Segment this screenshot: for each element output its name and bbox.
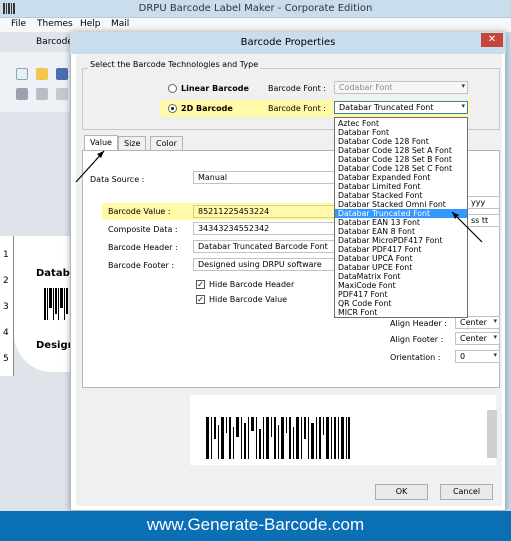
ruler-number: 4	[3, 328, 9, 338]
barcode-value-input[interactable]: 85211225453224	[193, 205, 338, 218]
composite-data-input[interactable]: 34343234552342	[193, 222, 338, 235]
vertical-ruler: 1 2 3 4 5	[0, 236, 14, 376]
new-icon[interactable]	[16, 68, 28, 80]
barcode-value-label: Barcode Value :	[108, 207, 171, 216]
barcode-header-label: Barcode Header :	[108, 243, 178, 252]
orientation-label: Orientation :	[390, 353, 441, 362]
align-footer-value: Center	[460, 334, 487, 343]
barcode-footer-text: Designed using DRPU software	[198, 260, 322, 269]
paste-icon[interactable]	[36, 88, 48, 100]
barcode-header-input[interactable]: Databar Truncated Barcode Font	[193, 240, 338, 253]
font-list-item[interactable]: Databar Stacked Font	[335, 191, 467, 200]
close-button[interactable]: ✕	[481, 33, 503, 47]
barcode-preview	[190, 395, 496, 465]
copy-icon[interactable]	[16, 88, 28, 100]
align-footer-label: Align Footer :	[390, 335, 444, 344]
value-tab-arrow	[75, 150, 105, 183]
hide-header-label: Hide Barcode Header	[209, 280, 295, 289]
menu-mail[interactable]: Mail	[111, 19, 129, 29]
data-source-dropdown[interactable]: Manual	[193, 171, 338, 184]
barcode-value-text: 85211225453224	[198, 207, 270, 216]
save-icon[interactable]	[56, 68, 68, 80]
barcode-footer-input[interactable]: Designed using DRPU software	[193, 258, 338, 271]
hide-header-checkbox[interactable]: ✓	[196, 280, 205, 289]
font-list-item[interactable]: MICR Font	[335, 308, 467, 317]
align-footer-dropdown[interactable]: Center ▾	[455, 332, 500, 345]
font-list-item[interactable]: Databar Code 128 Font	[335, 137, 467, 146]
ribbon-tab-barcode[interactable]: Barcode	[36, 37, 73, 47]
2d-font-value: Databar Truncated Font	[339, 103, 434, 112]
chevron-down-icon: ▾	[493, 317, 497, 325]
label-footer-text: Design	[36, 340, 75, 351]
website-footer: www.Generate-Barcode.com	[0, 511, 511, 541]
label-preview-card[interactable]: Databa Design	[14, 236, 76, 372]
linear-font-value: Codabar Font	[339, 83, 393, 92]
chevron-down-icon: ▾	[461, 82, 465, 90]
website-url[interactable]: www.Generate-Barcode.com	[0, 515, 511, 535]
chevron-down-icon: ▾	[493, 333, 497, 341]
font-list-item[interactable]: Aztec Font	[335, 119, 467, 128]
linear-font-dropdown[interactable]: Codabar Font ▾	[334, 81, 468, 94]
hide-value-checkbox[interactable]: ✓	[196, 295, 205, 304]
2d-font-label: Barcode Font :	[268, 104, 326, 113]
orientation-value: 0	[460, 352, 466, 361]
ruler-number: 5	[3, 354, 9, 364]
date-format-value: yyy	[471, 198, 486, 207]
font-list-item[interactable]: Databar Code 128 Set A Font	[335, 146, 467, 155]
font-selection-arrow	[451, 211, 483, 243]
label-barcode-image	[44, 288, 70, 320]
ok-button[interactable]: OK	[375, 484, 428, 500]
font-list-item[interactable]: Databar UPCA Font	[335, 254, 467, 263]
linear-barcode-label: Linear Barcode	[181, 84, 249, 93]
dialog-title: Barcode Properties	[240, 37, 336, 48]
linear-font-label: Barcode Font :	[268, 84, 326, 93]
font-list-item[interactable]: Databar Expanded Font	[335, 173, 467, 182]
chevron-down-icon: ▾	[461, 102, 465, 110]
app-icon	[3, 3, 15, 14]
dialog-title-bar: Barcode Properties	[70, 32, 506, 54]
menu-themes[interactable]: Themes	[37, 19, 73, 29]
font-list-item[interactable]: MaxiCode Font	[335, 281, 467, 290]
ribbon-toolbar	[0, 52, 78, 112]
font-list-item[interactable]: Databar Code 128 Set B Font	[335, 155, 467, 164]
data-source-value: Manual	[198, 173, 228, 182]
align-header-label: Align Header :	[390, 319, 447, 328]
orientation-dropdown[interactable]: 0 ▾	[455, 350, 500, 363]
chevron-down-icon: ▾	[493, 351, 497, 359]
font-list-item[interactable]: Databar UPCE Font	[335, 263, 467, 272]
ruler-number: 2	[3, 276, 9, 286]
2d-barcode-radio[interactable]	[168, 104, 177, 113]
font-list-item[interactable]: DataMatrix Font	[335, 272, 467, 281]
linear-barcode-radio[interactable]	[168, 84, 177, 93]
composite-data-label: Composite Data :	[108, 225, 178, 234]
2d-font-dropdown[interactable]: Databar Truncated Font ▾	[334, 101, 468, 114]
technology-group-label: Select the Barcode Technologies and Type	[88, 60, 261, 69]
tab-color[interactable]: Color	[150, 136, 183, 150]
font-list-item[interactable]: Databar Code 128 Set C Font	[335, 164, 467, 173]
tab-size[interactable]: Size	[118, 136, 147, 150]
open-icon[interactable]	[36, 68, 48, 80]
font-list-item[interactable]: QR Code Font	[335, 299, 467, 308]
preview-scrollbar[interactable]	[487, 410, 497, 458]
app-title-bar: DRPU Barcode Label Maker - Corporate Edi…	[0, 0, 511, 18]
lock-icon[interactable]	[56, 88, 68, 100]
2d-barcode-label: 2D Barcode	[181, 104, 233, 113]
ruler-number: 3	[3, 302, 9, 312]
cancel-button[interactable]: Cancel	[440, 484, 493, 500]
align-header-value: Center	[460, 318, 487, 327]
ruler-number: 1	[3, 250, 9, 260]
font-list-item[interactable]: Databar Limited Font	[335, 182, 467, 191]
barcode-footer-label: Barcode Footer :	[108, 261, 175, 270]
hide-value-label: Hide Barcode Value	[209, 295, 288, 304]
barcode-preview-image	[206, 417, 351, 459]
font-list-item[interactable]: PDF417 Font	[335, 290, 467, 299]
menu-help[interactable]: Help	[80, 19, 101, 29]
barcode-header-text: Databar Truncated Barcode Font	[198, 242, 328, 251]
app-title: DRPU Barcode Label Maker - Corporate Edi…	[138, 3, 373, 14]
font-list-item[interactable]: Databar Font	[335, 128, 467, 137]
menu-bar: File Themes Help Mail	[0, 18, 511, 32]
menu-file[interactable]: File	[11, 19, 26, 29]
composite-data-text: 34343234552342	[198, 224, 270, 233]
